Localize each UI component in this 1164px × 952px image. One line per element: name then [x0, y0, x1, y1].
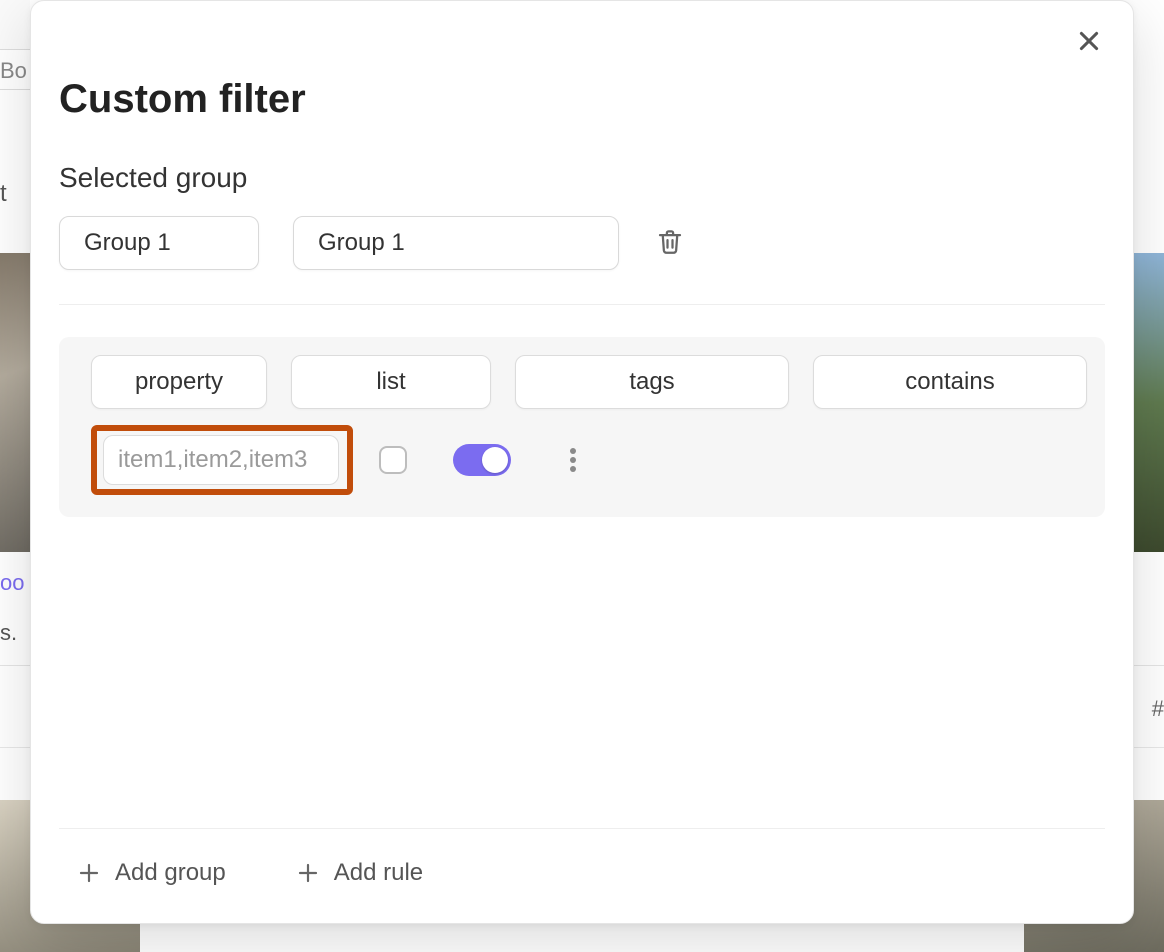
- add-group-label: Add group: [115, 859, 226, 887]
- rule-field-select[interactable]: tags: [515, 355, 789, 409]
- plus-icon: [77, 861, 101, 885]
- add-rule-label: Add rule: [334, 859, 423, 887]
- bg-link-fragment: oo: [0, 570, 30, 596]
- bg-text-s: s.: [0, 620, 17, 646]
- divider: [59, 304, 1105, 305]
- rule-more-menu[interactable]: [561, 444, 585, 476]
- bg-strip-text: Bo: [0, 50, 30, 90]
- rule-chips-row: property list tags contains: [91, 355, 1073, 409]
- selected-group-row: Group 1 Group 1: [59, 216, 1105, 270]
- plus-icon: [296, 861, 320, 885]
- rule-kind-select[interactable]: property: [91, 355, 267, 409]
- value-highlight-frame: [91, 425, 353, 495]
- kebab-dot-icon: [570, 448, 576, 454]
- group-selector-2[interactable]: Group 1: [293, 216, 619, 270]
- flex-spacer: [59, 517, 1105, 828]
- delete-group-button[interactable]: [653, 226, 687, 260]
- modal-title: Custom filter: [59, 77, 1105, 122]
- add-group-button[interactable]: Add group: [71, 851, 232, 895]
- rule-value-row: [91, 425, 1073, 495]
- rule-enabled-toggle[interactable]: [453, 444, 511, 476]
- footer-actions: Add group Add rule: [59, 847, 1105, 905]
- rule-checkbox[interactable]: [379, 446, 407, 474]
- selected-group-label: Selected group: [59, 162, 1105, 194]
- rule-type-select[interactable]: list: [291, 355, 491, 409]
- bg-strip: [0, 0, 30, 50]
- close-button[interactable]: [1069, 21, 1109, 61]
- add-rule-button[interactable]: Add rule: [290, 851, 429, 895]
- bg-text-t: t: [0, 180, 7, 208]
- rule-panel: property list tags contains: [59, 337, 1105, 517]
- rule-operator-select[interactable]: contains: [813, 355, 1087, 409]
- divider: [59, 828, 1105, 829]
- group-selector-1[interactable]: Group 1: [59, 216, 259, 270]
- custom-filter-modal: Custom filter Selected group Group 1 Gro…: [30, 0, 1134, 924]
- toggle-knob: [482, 447, 508, 473]
- kebab-dot-icon: [570, 457, 576, 463]
- trash-icon: [655, 227, 685, 257]
- bg-hash: #: [1152, 696, 1164, 722]
- rule-value-input[interactable]: [103, 435, 339, 485]
- close-icon: [1076, 28, 1102, 54]
- bg-image-left: [0, 253, 30, 552]
- bg-image-right: [1134, 253, 1164, 552]
- kebab-dot-icon: [570, 466, 576, 472]
